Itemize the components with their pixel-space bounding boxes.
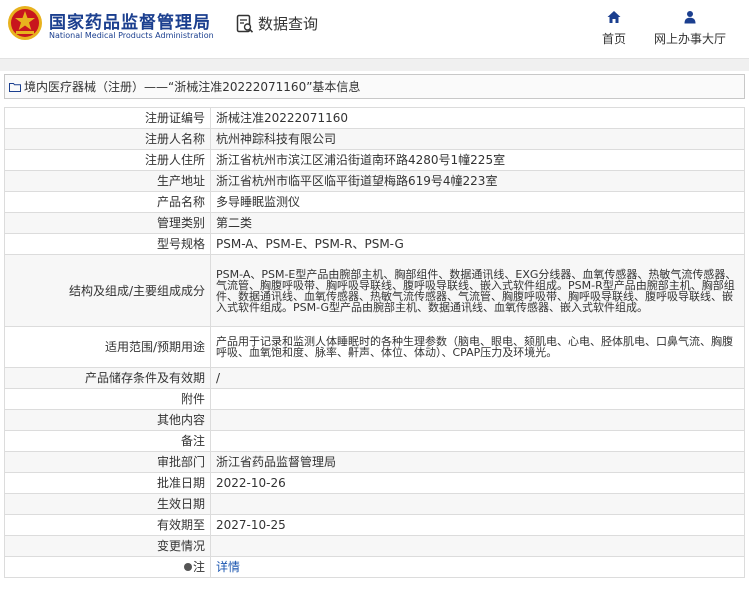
field-value: 浙江省杭州市临平区临平街道望梅路619号4幢223室 (210, 170, 745, 192)
page-title: 境内医疗器械（注册）——“浙械注准20222071160”基本信息 (24, 80, 361, 94)
field-value: 浙江省药品监督管理局 (210, 451, 745, 473)
field-value (210, 409, 745, 431)
field-label: 变更情况 (4, 535, 211, 557)
field-label: 注册证编号 (4, 107, 211, 129)
field-label: 审批部门 (4, 451, 211, 473)
field-value: 浙械注准20222071160 (210, 107, 745, 129)
header-divider (0, 58, 749, 71)
folder-icon (9, 82, 21, 92)
nav-home-label: 首页 (601, 32, 626, 46)
field-value (210, 535, 745, 557)
field-value: 2022-10-26 (210, 472, 745, 494)
field-value: / (210, 367, 745, 389)
field-value: 详情 (210, 556, 745, 578)
field-label: 产品储存条件及有效期 (4, 367, 211, 389)
table-row: 注 详情 (4, 556, 745, 578)
brand-name-en: National Medical Products Administration (49, 31, 214, 40)
table-row: 变更情况 (4, 535, 745, 557)
document-search-icon (236, 14, 254, 33)
nav-online-label: 网上办事大厅 (653, 32, 726, 46)
field-value: 浙江省杭州市滨江区浦沿街道南环路4280号1幢225室 (210, 149, 745, 171)
table-row: 结构及组成/主要组成成分 PSM-A、PSM-E型产品由腕部主机、胸部组件、数据… (4, 254, 745, 327)
data-query-link[interactable]: 数据查询 (236, 13, 318, 34)
table-row: 审批部门 浙江省药品监督管理局 (4, 451, 745, 473)
table-row: 产品名称 多导睡眠监测仪 (4, 191, 745, 213)
pin-icon (183, 562, 192, 571)
field-value: PSM-A、PSM-E型产品由腕部主机、胸部组件、数据通讯线、EXG分线器、血氧… (210, 254, 745, 327)
table-row: 型号规格 PSM-A、PSM-E、PSM-R、PSM-G (4, 233, 745, 255)
field-label: 备注 (4, 430, 211, 452)
field-value: 多导睡眠监测仪 (210, 191, 745, 213)
nav-home[interactable]: 首页 (598, 10, 630, 47)
field-value (210, 493, 745, 515)
nav-online-service-hall[interactable]: 网上办事大厅 (650, 10, 730, 47)
field-label: 注册人名称 (4, 128, 211, 150)
table-row: 注册人住所 浙江省杭州市滨江区浦沿街道南环路4280号1幢225室 (4, 149, 745, 171)
details-link[interactable]: 详情 (216, 560, 240, 574)
person-icon (684, 11, 696, 24)
site-header: 国家药品监督管理局 National Medical Products Admi… (0, 0, 749, 58)
field-label: 生产地址 (4, 170, 211, 192)
brand-name-cn[interactable]: 国家药品监督管理局 (49, 8, 211, 33)
field-label: 产品名称 (4, 191, 211, 213)
page-title-bar: 境内医疗器械（注册）——“浙械注准20222071160”基本信息 (4, 74, 745, 99)
field-label: 结构及组成/主要组成成分 (4, 254, 211, 327)
field-label: 其他内容 (4, 409, 211, 431)
table-row: 批准日期 2022-10-26 (4, 472, 745, 494)
field-label: 型号规格 (4, 233, 211, 255)
field-label: 有效期至 (4, 514, 211, 536)
field-label: 生效日期 (4, 493, 211, 515)
table-row: 备注 (4, 430, 745, 452)
field-value: 杭州神踪科技有限公司 (210, 128, 745, 150)
field-value (210, 430, 745, 452)
field-value: 2027-10-25 (210, 514, 745, 536)
table-row: 注册证编号 浙械注准20222071160 (4, 107, 745, 129)
field-value: 第二类 (210, 212, 745, 234)
field-value (210, 388, 745, 410)
table-row: 生效日期 (4, 493, 745, 515)
table-row: 有效期至 2027-10-25 (4, 514, 745, 536)
note-label-cell: 注 (4, 556, 211, 578)
field-label: 管理类别 (4, 212, 211, 234)
field-label: 附件 (4, 388, 211, 410)
nmpa-emblem-icon[interactable] (7, 5, 43, 41)
data-query-label: 数据查询 (258, 15, 319, 33)
table-row: 注册人名称 杭州神踪科技有限公司 (4, 128, 745, 150)
field-value: 产品用于记录和监测人体睡眠时的各种生理参数（脑电、眼电、颏肌电、心电、胫体肌电、… (210, 326, 745, 368)
field-label: 注 (192, 560, 205, 574)
table-row: 产品储存条件及有效期 / (4, 367, 745, 389)
field-value: PSM-A、PSM-E、PSM-R、PSM-G (210, 233, 745, 255)
field-label: 适用范围/预期用途 (4, 326, 211, 368)
table-row: 附件 (4, 388, 745, 410)
field-label: 批准日期 (4, 472, 211, 494)
table-row: 其他内容 (4, 409, 745, 431)
registration-detail-table: 注册证编号 浙械注准20222071160 注册人名称 杭州神踪科技有限公司 注… (4, 107, 745, 578)
table-row: 管理类别 第二类 (4, 212, 745, 234)
field-label: 注册人住所 (4, 149, 211, 171)
table-row: 适用范围/预期用途 产品用于记录和监测人体睡眠时的各种生理参数（脑电、眼电、颏肌… (4, 326, 745, 368)
table-row: 生产地址 浙江省杭州市临平区临平街道望梅路619号4幢223室 (4, 170, 745, 192)
home-icon (607, 11, 621, 23)
